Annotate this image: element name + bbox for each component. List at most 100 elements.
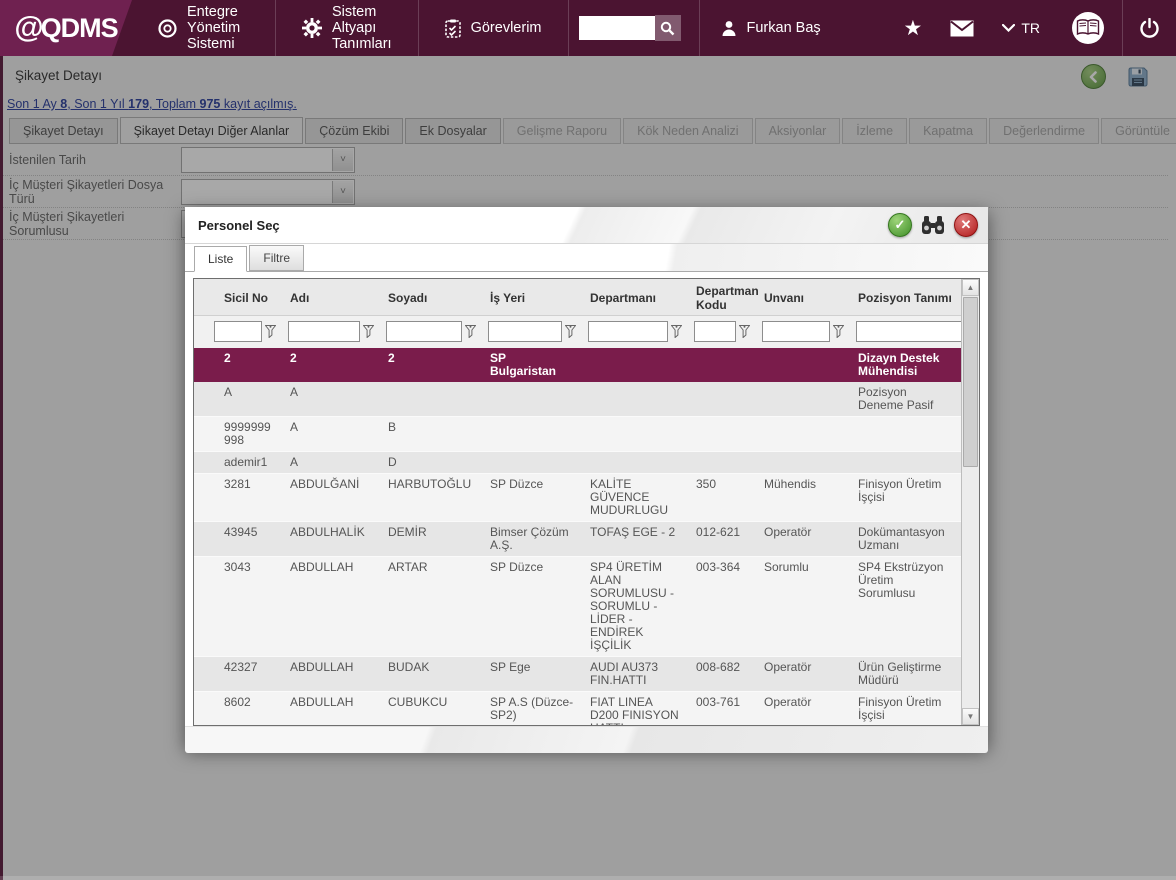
chevron-down-icon (1002, 24, 1015, 32)
guide-button[interactable] (1054, 0, 1122, 56)
filter-icon[interactable] (363, 325, 374, 338)
cell: ademir1 (194, 452, 282, 473)
scrollbar-thumb[interactable] (963, 297, 978, 467)
confirm-button[interactable]: ✓ (888, 213, 912, 237)
cell (582, 452, 688, 473)
table-row[interactable]: AAPozisyon Deneme Pasif (194, 382, 962, 417)
col-is-yeri[interactable]: İş Yeri (482, 279, 582, 315)
cell: ABDULHALİK (282, 522, 380, 556)
table-row[interactable]: 9999999998AB (194, 417, 962, 452)
cell: CUBUKCU (380, 692, 482, 725)
menu-item-gorevlerim[interactable]: Görevlerim (419, 0, 569, 56)
cell: 2 (194, 348, 282, 382)
table-row[interactable]: 43945ABDULHALİKDEMİRBimser Çözüm A.Ş.TOF… (194, 522, 962, 557)
cell (582, 348, 688, 382)
filter-icon[interactable] (739, 325, 750, 338)
cell (756, 348, 850, 382)
table-row[interactable]: 8602ABDULLAHCUBUKCUSP A.S (Düzce-SP2)FIA… (194, 692, 962, 725)
cell: Mühendis (756, 474, 850, 521)
favorites-button[interactable]: ★ (890, 0, 937, 56)
col-departman-kodu[interactable]: Departman Kodu (688, 279, 756, 315)
vertical-scrollbar[interactable]: ▲ ▼ (961, 279, 979, 725)
power-icon (1139, 18, 1160, 39)
filter-icon[interactable] (671, 325, 682, 338)
language-selector[interactable]: TR (988, 0, 1054, 56)
personel-sec-dialog: Personel Seç ✓ ✕ Liste Filtre Sicil No A… (185, 207, 988, 747)
col-soyadi[interactable]: Soyadı (380, 279, 482, 315)
col-pozisyon-tanimi[interactable]: Pozisyon Tanımı (850, 279, 962, 315)
filter-input[interactable] (288, 321, 360, 342)
tab-liste[interactable]: Liste (194, 246, 247, 272)
at-circle-icon (158, 19, 177, 38)
cell: A (282, 417, 380, 451)
cell: ABDULLAH (282, 692, 380, 725)
filter-input[interactable] (488, 321, 562, 342)
table-row[interactable]: 3281ABDULĞANİHARBUTOĞLUSP DüzceKALİTE GÜ… (194, 474, 962, 522)
col-unvani[interactable]: Unvanı (756, 279, 850, 315)
cell: Sorumlu (756, 557, 850, 656)
table-row[interactable]: 42327ABDULLAHBUDAKSP EgeAUDI AU373 FIN.H… (194, 657, 962, 692)
filter-icon[interactable] (565, 325, 576, 338)
cell: Dokümantasyon Uzmanı (850, 522, 962, 556)
logo-label: QDMS (41, 13, 118, 44)
filter-icon[interactable] (265, 325, 276, 338)
menu-item-entegre-yonetim-sistemi[interactable]: Entegre Yönetim Sistemi (132, 0, 276, 56)
cell: A (194, 382, 282, 416)
cell (850, 452, 962, 473)
scroll-up-button[interactable]: ▲ (962, 279, 979, 296)
logout-button[interactable] (1122, 0, 1176, 56)
filter-icon[interactable] (465, 325, 476, 338)
book-icon (1076, 19, 1100, 37)
cell: DEMİR (380, 522, 482, 556)
tasks-icon (445, 19, 461, 38)
cell: D (380, 452, 482, 473)
filter-input[interactable] (856, 321, 962, 342)
cell: ABDULLAH (282, 557, 380, 656)
menu-item-label: Sistem Altyapı Tanımları (332, 4, 392, 52)
filter-input[interactable] (386, 321, 462, 342)
cell (756, 382, 850, 416)
table-row[interactable]: 3043ABDULLAHARTARSP DüzceSP4 ÜRETİM ALAN… (194, 557, 962, 657)
cell (688, 417, 756, 451)
dialog-title: Personel Seç (185, 218, 280, 233)
cell: SP4 ÜRETİM ALAN SORUMLUSU - SORUMLU - Lİ… (582, 557, 688, 656)
messages-button[interactable] (936, 0, 988, 56)
menu-item-sistem-altyapi-tanimlari[interactable]: Sistem Altyapı Tanımları (276, 0, 419, 56)
menu-item-label: Görevlerim (471, 20, 542, 36)
scroll-down-button[interactable]: ▼ (962, 708, 979, 725)
topbar-search (569, 0, 700, 56)
filter-cell (282, 316, 380, 348)
filter-cell (756, 316, 850, 348)
binoculars-icon[interactable] (921, 215, 945, 235)
topbar: @QDMS Entegre Yönetim Sistemi Sistem Alt… (0, 0, 1176, 56)
filter-input[interactable] (214, 321, 262, 342)
search-icon[interactable] (655, 15, 681, 41)
filter-cell (482, 316, 582, 348)
table-row[interactable]: 222SP BulgaristanDizayn Destek Mühendisi (194, 348, 962, 382)
cell: 008-682 (688, 657, 756, 691)
cell (688, 452, 756, 473)
filter-row (194, 316, 962, 348)
qdms-logo[interactable]: @QDMS (0, 0, 132, 56)
filter-icon[interactable] (833, 325, 844, 338)
cell: SP Bulgaristan (482, 348, 582, 382)
tab-filtre[interactable]: Filtre (249, 245, 304, 271)
user-menu[interactable]: Furkan Baş (700, 0, 890, 56)
cell: 012-621 (688, 522, 756, 556)
col-departmani[interactable]: Departmanı (582, 279, 688, 315)
col-adi[interactable]: Adı (282, 279, 380, 315)
cell: 8602 (194, 692, 282, 725)
search-input[interactable] (579, 16, 655, 40)
cell: SP A.S (Düzce-SP2) (482, 692, 582, 725)
language-code: TR (1021, 20, 1040, 36)
cell: FIAT LINEA D200 FINISYON HATTI (582, 692, 688, 725)
filter-input[interactable] (762, 321, 830, 342)
filter-input[interactable] (588, 321, 668, 342)
close-button[interactable]: ✕ (954, 213, 978, 237)
cell: 2 (282, 348, 380, 382)
filter-cell (194, 316, 282, 348)
col-sicil-no[interactable]: Sicil No (194, 279, 282, 315)
cell: A (282, 382, 380, 416)
filter-input[interactable] (694, 321, 736, 342)
table-row[interactable]: ademir1AD (194, 452, 962, 474)
